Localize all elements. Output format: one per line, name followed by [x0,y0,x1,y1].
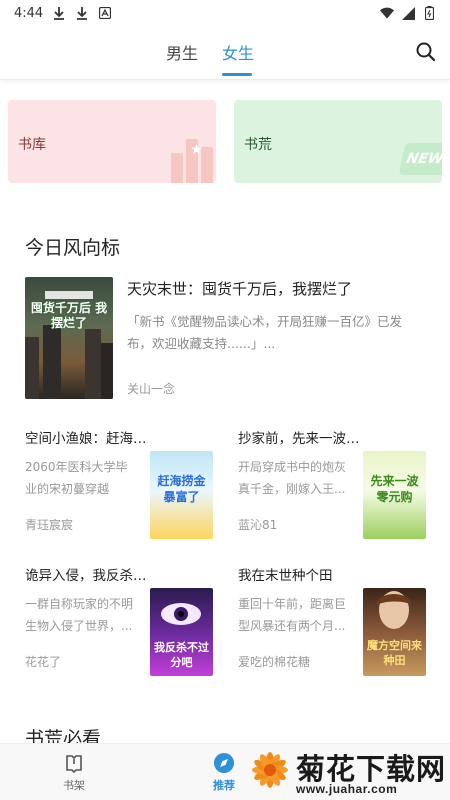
book-cover-text: 魔方空间来种田 [367,639,422,667]
download-icon [52,6,66,20]
bookshelf-icon [66,755,82,774]
nav-item-bookshelf[interactable]: 书架 [44,752,104,793]
book-cover: 赶海捞金暴富了 [150,451,213,539]
watermark: 菊花下载网 www.juahar.com [246,744,450,800]
book-title: 空间小渔娘：赶海… [25,431,145,447]
featured-book-title: 天灾末世：囤货千万后，我摆烂了 [127,280,353,298]
book-description: 2060年医科大学毕业的宋初蔓穿越了，... [25,460,128,496]
library-card-label: 书库 [18,137,46,153]
book-title: 抄家前，先来一波… [238,431,358,447]
tab-male[interactable]: 男生 [166,40,198,64]
book-item[interactable]: 空间小渔娘：赶海… 2060年医科大学毕业的宋初蔓穿越了，... 青珏宸宸 赶海… [25,427,215,547]
active-tab-indicator [222,73,252,76]
book-author: 青珏宸宸 [25,518,74,532]
library-card[interactable]: 书库 [8,100,216,183]
book-description: 一群自称玩家的不明生物入侵了世界，... [25,597,134,633]
book-drought-card-label: 书荒 [244,137,272,153]
book-item[interactable]: 诡异入侵，我反杀… 一群自称玩家的不明生物入侵了世界，... 花花了 我反杀不过… [25,564,215,684]
book-description: 开局穿成书中的炮灰真千金，刚嫁入王... [238,460,347,496]
nav-item-recommend[interactable]: 推荐 [194,752,254,793]
featured-book[interactable]: 囤货千万后 我摆烂了 天灾末世：囤货千万后，我摆烂了 「新书《觉醒物品读心术，开… [25,277,425,401]
nav-item-recommend-label: 推荐 [213,779,235,792]
download-icon-2 [75,6,89,20]
book-cover: 魔方空间来种田 [363,588,426,676]
compass-icon [214,753,234,773]
status-time: 4:44 [14,5,44,21]
featured-book-description: 「新书《觉醒物品读心术，开局狂赚一百亿》已发布，欢迎收藏支持......」... [127,314,403,351]
book-item[interactable]: 抄家前，先来一波… 开局穿成书中的炮灰真千金，刚嫁入王... 蓝沁81 先来一波… [238,427,428,547]
book-drought-card[interactable]: 书荒 NEW [234,100,442,183]
book-cover: 先来一波零元购 [363,451,426,539]
section-title-today: 今日风向标 [25,237,121,259]
wifi-icon [380,6,394,20]
featured-cover-text: 囤货千万后 我摆烂了 [30,301,108,330]
battery-icon [422,6,436,20]
search-button[interactable] [414,40,438,64]
book-description: 重回十年前，距离巨型风暴还有两个月... [238,597,347,633]
book-cover-text: 赶海捞金暴富了 [157,474,206,504]
featured-book-author: 关山一念 [127,382,176,396]
featured-book-cover: 囤货千万后 我摆烂了 [25,277,113,399]
book-title: 我在末世种个田 [238,568,333,584]
search-icon [416,42,436,62]
flower-logo-icon [252,752,288,788]
book-cover-text: 我反杀不过分吧 [154,641,209,669]
book-cover-text: 先来一波零元购 [370,474,419,504]
status-bar: 4:44 [0,0,450,26]
book-author: 花花了 [25,655,62,669]
book-item[interactable]: 我在末世种个田 重回十年前，距离巨型风暴还有两个月... 爱吃的棉花糖 魔方空间… [238,564,428,684]
signal-icon [401,6,415,20]
book-author: 爱吃的棉花糖 [238,655,311,669]
nav-item-bookshelf-label: 书架 [63,779,85,792]
tab-female[interactable]: 女生 [222,40,254,64]
book-title: 诡异入侵，我反杀… [25,568,145,584]
new-badge: NEW [398,143,442,175]
watermark-url: www.juahar.com [296,782,398,796]
book-author: 蓝沁81 [238,518,278,532]
book-cover: 我反杀不过分吧 [150,588,213,676]
top-nav: 男生 女生 [0,26,450,80]
app-notification-icon [98,6,112,20]
